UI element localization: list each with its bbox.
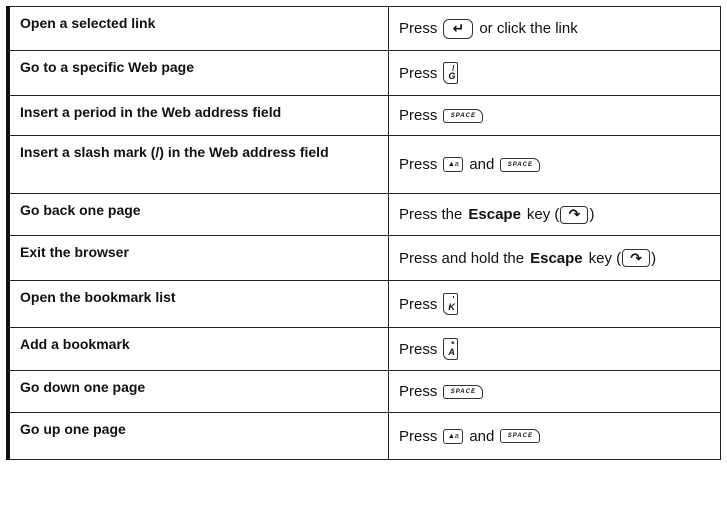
method-cell: Press the Escape key ( ↷ ) bbox=[388, 193, 721, 236]
method-text: Press bbox=[399, 427, 438, 445]
space-key-icon: SPACE bbox=[500, 429, 541, 443]
escape-key-icon: ↷ bbox=[622, 249, 651, 267]
shortcut-table: Open a selected link Press ↵ or click th… bbox=[6, 6, 721, 460]
g-key-icon: / G bbox=[443, 62, 459, 84]
table-row: Exit the browser Press and hold the Esca… bbox=[6, 235, 721, 281]
method-cell: Press ▲a and SPACE bbox=[388, 412, 721, 460]
method-text: Press bbox=[399, 295, 438, 313]
alt-key-icon: ▲a bbox=[443, 428, 464, 444]
enter-key-icon: ↵ bbox=[443, 18, 474, 39]
table-row: Open the bookmark list Press ' K bbox=[6, 280, 721, 328]
method-text: key ( bbox=[526, 206, 560, 223]
method-text: key ( bbox=[588, 249, 622, 267]
action-cell: Insert a slash mark (/) in the Web addre… bbox=[6, 135, 389, 194]
action-cell: Insert a period in the Web address field bbox=[6, 95, 389, 136]
table-row: Go to a specific Web page Press / G bbox=[6, 50, 721, 96]
action-cell: Open a selected link bbox=[6, 6, 389, 51]
escape-word: Escape bbox=[468, 206, 521, 223]
table-row: Go back one page Press the Escape key ( … bbox=[6, 193, 721, 236]
alt-key-icon: ▲a bbox=[443, 157, 464, 172]
method-cell: Press SPACE bbox=[388, 95, 721, 136]
method-text: Press bbox=[399, 383, 438, 400]
table-row: Open a selected link Press ↵ or click th… bbox=[6, 6, 721, 51]
table-row: Go up one page Press ▲a and SPACE bbox=[6, 412, 721, 460]
method-cell: Press / G bbox=[388, 50, 721, 96]
method-cell: Press ↵ or click the link bbox=[388, 6, 721, 51]
action-cell: Exit the browser bbox=[6, 235, 389, 281]
method-cell: Press SPACE bbox=[388, 370, 721, 413]
table-row: Insert a period in the Web address field… bbox=[6, 95, 721, 136]
action-cell: Go back one page bbox=[6, 193, 389, 236]
escape-word: Escape bbox=[530, 249, 583, 267]
method-text: Press bbox=[399, 340, 438, 358]
method-cell: Press and hold the Escape key ( ↷ ) bbox=[388, 235, 721, 281]
method-cell: Press ' K bbox=[388, 280, 721, 328]
table-row: Add a bookmark Press * A bbox=[6, 327, 721, 371]
method-cell: Press * A bbox=[388, 327, 721, 371]
method-text: Press bbox=[399, 107, 438, 124]
k-key-icon: ' K bbox=[443, 293, 459, 315]
method-text: Press bbox=[399, 64, 438, 82]
table-row: Go down one page Press SPACE bbox=[6, 370, 721, 413]
action-cell: Open the bookmark list bbox=[6, 280, 389, 328]
space-key-icon: SPACE bbox=[443, 108, 484, 123]
method-text: or click the link bbox=[479, 20, 578, 37]
method-text: Press bbox=[399, 20, 438, 37]
method-text: Press bbox=[399, 156, 438, 173]
action-cell: Go up one page bbox=[6, 412, 389, 460]
method-text: and bbox=[469, 156, 495, 173]
method-text: and bbox=[469, 427, 495, 445]
method-text: Press the bbox=[399, 206, 463, 223]
action-cell: Go down one page bbox=[6, 370, 389, 413]
a-key-icon: * A bbox=[443, 338, 459, 360]
space-key-icon: SPACE bbox=[443, 384, 484, 399]
table-row: Insert a slash mark (/) in the Web addre… bbox=[6, 135, 721, 194]
escape-key-icon: ↷ bbox=[560, 205, 589, 224]
method-text: Press and hold the bbox=[399, 249, 525, 267]
method-cell: Press ▲a and SPACE bbox=[388, 135, 721, 194]
action-cell: Add a bookmark bbox=[6, 327, 389, 371]
space-key-icon: SPACE bbox=[500, 157, 541, 172]
action-cell: Go to a specific Web page bbox=[6, 50, 389, 96]
